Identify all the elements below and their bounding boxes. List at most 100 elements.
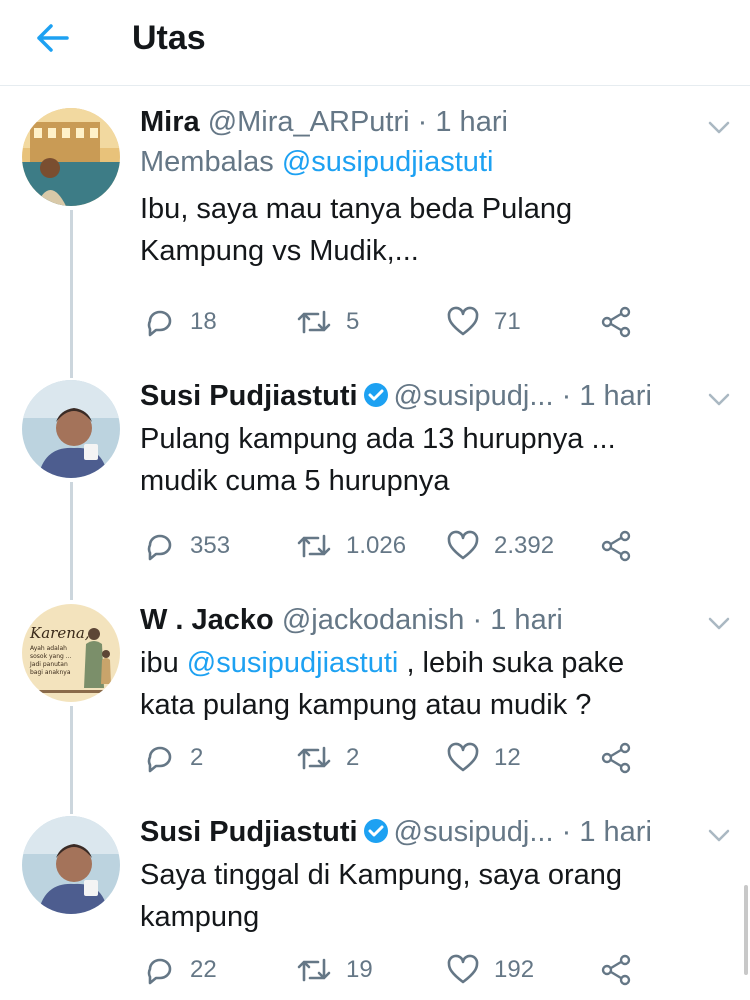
retweet-icon (297, 746, 331, 770)
scrollbar[interactable] (744, 885, 748, 975)
retweet-button[interactable]: 19 (296, 950, 373, 990)
share-icon (601, 306, 631, 338)
reply-count: 18 (190, 308, 217, 335)
tweet-text-line: Kampung vs Mudik,... (140, 235, 419, 267)
timestamp[interactable]: 1 hari (579, 816, 652, 848)
tweet-actions: 2 2 12 (140, 738, 700, 778)
author-name[interactable]: Susi Pudjiastuti (140, 816, 358, 848)
tweet-text-line: kata pulang kampung atau mudik ? (140, 689, 592, 721)
back-button[interactable] (30, 18, 74, 58)
separator-dot: · (417, 106, 428, 138)
separator-dot: · (561, 816, 572, 848)
separator-dot: · (561, 380, 572, 412)
tweet-text-line: Pulang kampung ada 13 hurupnya ... (140, 423, 616, 455)
share-button[interactable] (600, 738, 632, 778)
tweet-text-line: ibu @susipudjiastuti , lebih suka pake (140, 642, 700, 684)
reply-icon (147, 958, 172, 985)
like-count: 12 (494, 744, 521, 771)
mention-link[interactable]: @susipudjiastuti (282, 146, 494, 178)
avatar[interactable]: Karena, Ayah adalah sosok yang ... Jadi … (22, 604, 120, 702)
like-count: 2.392 (494, 532, 555, 559)
top-bar: Utas (0, 0, 750, 86)
timestamp[interactable]: 1 hari (490, 604, 563, 636)
back-arrow-icon (37, 24, 69, 52)
page-title: Utas (132, 19, 206, 57)
like-button[interactable]: 2.392 (446, 526, 554, 566)
reply-button[interactable]: 22 (144, 950, 217, 990)
tweet-header: Mira @Mira_ARPutri · 1 hari (140, 102, 700, 142)
retweet-count: 5 (346, 308, 360, 335)
retweet-count: 2 (346, 744, 360, 771)
author-handle[interactable]: @susipudj... (394, 816, 554, 848)
chevron-down-icon[interactable] (706, 386, 732, 412)
reply-count: 22 (190, 956, 217, 983)
avatar[interactable] (22, 816, 120, 914)
avatar-art-line: Ayah adalah (30, 645, 67, 652)
tweet-text: Saya tinggal di Kampung, saya orang kamp… (140, 854, 700, 938)
avatar-art-line: bagi anaknya (30, 669, 71, 676)
tweet-text-prefix: ibu (140, 647, 179, 679)
mention-link[interactable]: @susipudjiastuti (187, 647, 399, 679)
reply-button[interactable]: 353 (144, 526, 230, 566)
verified-badge-icon (363, 819, 388, 843)
reply-icon (147, 310, 172, 337)
author-handle[interactable]: @Mira_ARPutri (208, 106, 410, 138)
reply-button[interactable]: 18 (144, 302, 217, 342)
tweet-text-line: kampung (140, 901, 260, 933)
author-handle[interactable]: @jackodanish (282, 604, 465, 636)
like-icon (447, 530, 479, 560)
tweet-text-line: Ibu, saya mau tanya beda Pulang (140, 193, 573, 225)
reply-context: Membalas @susipudjiastuti (140, 142, 700, 182)
tweet[interactable]: Karena, Ayah adalah sosok yang ... Jadi … (0, 596, 750, 806)
author-name[interactable]: W . Jacko (140, 604, 274, 636)
timestamp[interactable]: 1 hari (579, 380, 652, 412)
reply-count: 2 (190, 744, 204, 771)
author-name[interactable]: Susi Pudjiastuti (140, 380, 358, 412)
reply-icon (147, 746, 172, 773)
tweet[interactable]: Susi Pudjiastuti @susipudj... · 1 hari Pu… (0, 372, 750, 592)
tweet-text-suffix: , lebih suka pake (406, 647, 625, 679)
verified-badge-icon (363, 383, 388, 407)
tweet-actions: 18 5 71 (140, 302, 700, 342)
tweet[interactable]: Mira @Mira_ARPutri · 1 hari Membalas @su… (0, 100, 750, 360)
tweet-text-line: Saya tinggal di Kampung, saya orang (140, 859, 623, 891)
reply-prefix: Membalas (140, 146, 274, 178)
chevron-down-icon[interactable] (706, 822, 732, 848)
share-icon (601, 742, 631, 774)
tweet-text: Ibu, saya mau tanya beda Pulang Kampung … (140, 188, 700, 272)
avatar[interactable] (22, 108, 120, 206)
share-icon (601, 954, 631, 986)
avatar-art-line: sosok yang ... (30, 653, 72, 660)
tweet-header: W . Jacko @jackodanish · 1 hari (140, 600, 700, 640)
chevron-down-icon[interactable] (706, 114, 732, 140)
retweet-count: 19 (346, 956, 373, 983)
like-button[interactable]: 12 (446, 738, 521, 778)
like-button[interactable]: 71 (446, 302, 521, 342)
tweet-text-line: mudik cuma 5 hurupnya (140, 465, 450, 497)
retweet-icon (297, 534, 331, 558)
retweet-icon (297, 310, 331, 334)
reply-button[interactable]: 2 (144, 738, 203, 778)
retweet-icon (297, 958, 331, 982)
tweet[interactable]: Susi Pudjiastuti @susipudj... · 1 hari Sa… (0, 808, 750, 1000)
author-name[interactable]: Mira (140, 106, 200, 138)
share-button[interactable] (600, 302, 632, 342)
retweet-count: 1.026 (346, 532, 407, 559)
like-button[interactable]: 192 (446, 950, 534, 990)
like-icon (447, 306, 479, 336)
retweet-button[interactable]: 5 (296, 302, 359, 342)
tweet-actions: 353 1.026 2.392 (140, 526, 700, 566)
retweet-button[interactable]: 1.026 (296, 526, 406, 566)
share-button[interactable] (600, 950, 632, 990)
tweet-text: Pulang kampung ada 13 hurupnya ... mudik… (140, 418, 700, 502)
timestamp[interactable]: 1 hari (435, 106, 508, 138)
chevron-down-icon[interactable] (706, 610, 732, 636)
share-icon (601, 530, 631, 562)
share-button[interactable] (600, 526, 632, 566)
author-handle[interactable]: @susipudj... (394, 380, 554, 412)
reply-count: 353 (190, 532, 231, 559)
separator-dot: · (472, 604, 483, 636)
avatar-art-title: Karena, (29, 624, 90, 642)
avatar[interactable] (22, 380, 120, 478)
retweet-button[interactable]: 2 (296, 738, 359, 778)
